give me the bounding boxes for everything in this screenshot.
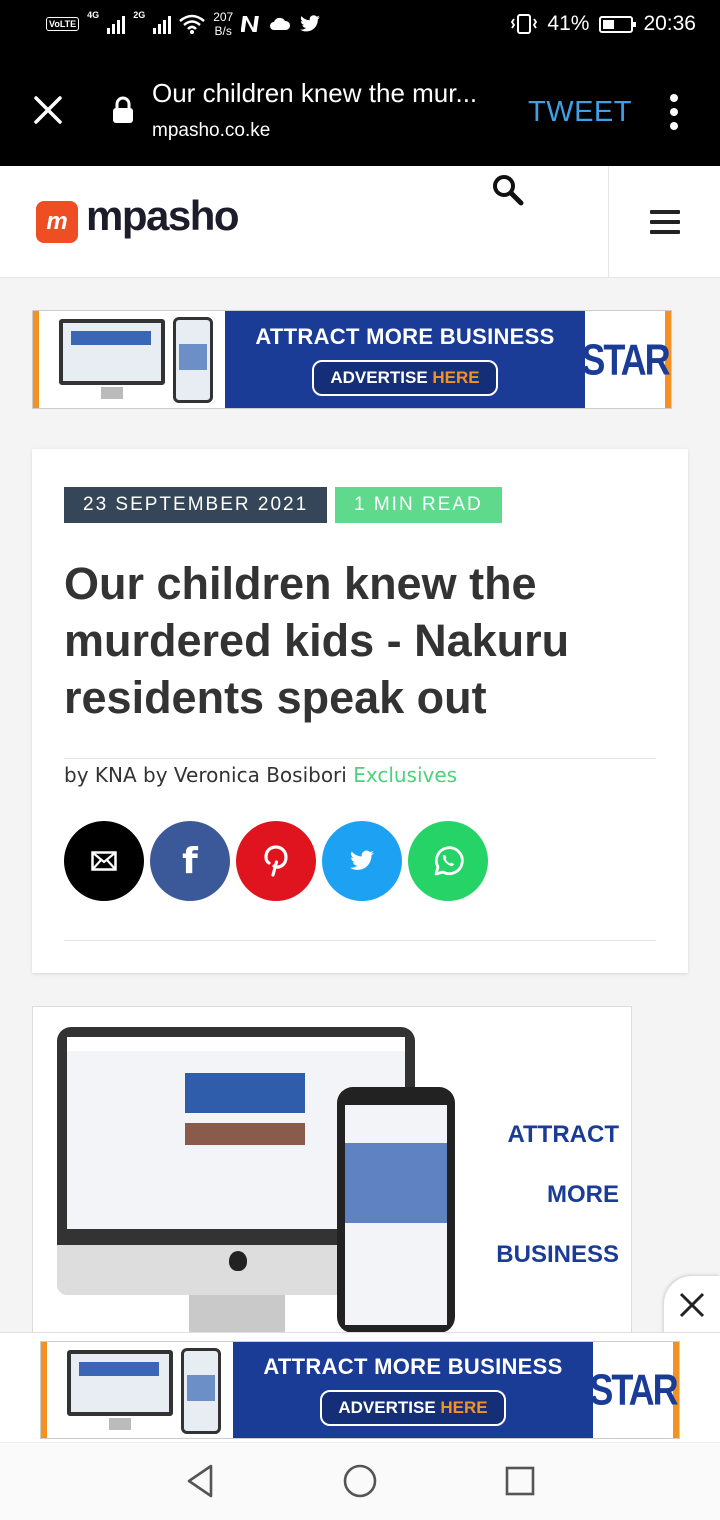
star-logo: STAR [581, 311, 671, 408]
facebook-icon: f [182, 840, 198, 882]
battery-percent: 41% [547, 12, 590, 35]
advertise-label: ADVERTISE [330, 367, 428, 387]
more-vert-icon[interactable] [668, 94, 680, 130]
article-card: 23 SEPTEMBER 2021 1 MIN READ Our childre… [32, 449, 688, 973]
close-icon[interactable] [30, 92, 66, 128]
search-icon[interactable] [490, 172, 526, 208]
ad-phone-screen [345, 1105, 447, 1325]
article-title: Our children knew the murdered kids - Na… [64, 558, 570, 723]
share-facebook-button[interactable]: f [150, 821, 230, 901]
speed-value: 207 [213, 10, 234, 24]
monitor-image [67, 1350, 173, 1416]
signal-icon [107, 14, 126, 34]
battery-icon [599, 15, 637, 33]
phone-image [181, 1348, 221, 1434]
advertise-highlight: HERE [440, 1398, 488, 1417]
top-banner-ad[interactable]: ATTRACT MORE BUSINESS ADVERTISE HERE STA… [32, 310, 672, 409]
share-twitter-button[interactable] [322, 821, 402, 901]
speed-unit: B/s [214, 24, 232, 38]
home-icon [343, 1464, 377, 1498]
logo-mark[interactable]: m [36, 201, 78, 243]
twitter-icon [300, 15, 321, 32]
page-title: Our children knew the mur... [152, 78, 478, 108]
back-icon [187, 1464, 213, 1498]
divider [64, 758, 656, 759]
advertise-label: ADVERTISE [338, 1398, 436, 1417]
banner-headline: ATTRACT MORE BUSINESS [255, 323, 555, 349]
header-divider [608, 166, 609, 278]
star-logo: STAR [589, 1342, 679, 1438]
network-type-2: 2G [133, 10, 146, 20]
display-ad[interactable]: ATTRACT MORE BUSINESS [32, 1006, 632, 1336]
advertise-button[interactable]: ADVERTISE HERE [320, 1390, 506, 1426]
advertise-button[interactable]: ADVERTISE HERE [312, 359, 498, 396]
menu-icon[interactable] [650, 210, 680, 234]
home-button[interactable] [342, 1463, 378, 1499]
site-logo[interactable]: mpasho [86, 192, 240, 240]
share-whatsapp-button[interactable] [408, 821, 488, 901]
signal-icon-2 [153, 14, 172, 34]
back-button[interactable] [182, 1463, 218, 1499]
recents-icon [505, 1466, 535, 1496]
vibrate-icon [511, 14, 538, 34]
mail-icon [91, 851, 117, 871]
netflix-icon [241, 16, 260, 32]
network-speed: 207 B/s [213, 10, 233, 38]
status-left: VoLTE 4G 2G 207 B/s [46, 10, 321, 38]
ad-line-3: BUSINESS [496, 1241, 619, 1268]
ad-screen-hero [185, 1073, 305, 1113]
phone-image [173, 317, 213, 403]
ad-close-button[interactable] [664, 1276, 720, 1334]
banner-message: ATTRACT MORE BUSINESS ADVERTISE HERE [225, 311, 585, 408]
divider-bottom [64, 940, 656, 941]
volte-indicator: VoLTE [46, 17, 80, 31]
network-type-1: 4G [87, 10, 100, 20]
ad-phone-image [337, 1087, 455, 1333]
ad-screen-row [185, 1123, 305, 1145]
read-time-badge: 1 MIN READ [335, 487, 502, 523]
ad-line-2: MORE [547, 1181, 619, 1208]
pinterest-icon [264, 845, 288, 877]
site-header: m mpasho [0, 166, 720, 278]
ad-phone-photo [345, 1143, 447, 1223]
banner-devices-image [39, 311, 225, 408]
sticky-footer-ad: ATTRACT MORE BUSINESS ADVERTISE HERE STA… [0, 1332, 720, 1442]
share-email-button[interactable] [64, 821, 144, 901]
status-right: 41% 20:36 [511, 12, 696, 36]
clock: 20:36 [643, 12, 696, 35]
wifi-icon [179, 14, 206, 34]
twitter-icon [350, 850, 374, 870]
share-pinterest-button[interactable] [236, 821, 316, 901]
browser-toolbar: Our children knew the mur... mpasho.co.k… [0, 56, 720, 166]
monitor-stand [109, 1418, 131, 1430]
page-domain: mpasho.co.ke [152, 120, 271, 141]
lock-icon [113, 96, 133, 123]
whatsapp-icon [434, 846, 464, 876]
date-badge: 23 SEPTEMBER 2021 [64, 487, 328, 523]
banner-devices-image [47, 1342, 233, 1438]
category-link[interactable]: Exclusives [353, 763, 457, 787]
byline-authors: by KNA by Veronica Bosibori [64, 763, 347, 787]
cloud-icon [270, 17, 291, 30]
close-icon [679, 1292, 705, 1318]
status-bar: VoLTE 4G 2G 207 B/s 41% 20:36 [0, 0, 720, 56]
system-nav-bar [0, 1442, 720, 1520]
ad-screen-nav [67, 1037, 405, 1051]
apple-logo-icon [229, 1251, 247, 1271]
ad-line-1: ATTRACT [507, 1121, 619, 1148]
recents-button[interactable] [502, 1463, 538, 1499]
banner-message: ATTRACT MORE BUSINESS ADVERTISE HERE [233, 1342, 593, 1438]
sticky-banner-ad[interactable]: ATTRACT MORE BUSINESS ADVERTISE HERE STA… [40, 1341, 680, 1439]
tweet-button[interactable]: TWEET [528, 96, 632, 129]
banner-headline: ATTRACT MORE BUSINESS [263, 1354, 563, 1379]
ad-monitor-stand [189, 1295, 285, 1335]
monitor-stand [101, 387, 123, 399]
byline: by KNA by Veronica Bosibori Exclusives [64, 763, 457, 787]
monitor-image [59, 319, 165, 385]
advertise-highlight: HERE [432, 367, 480, 387]
